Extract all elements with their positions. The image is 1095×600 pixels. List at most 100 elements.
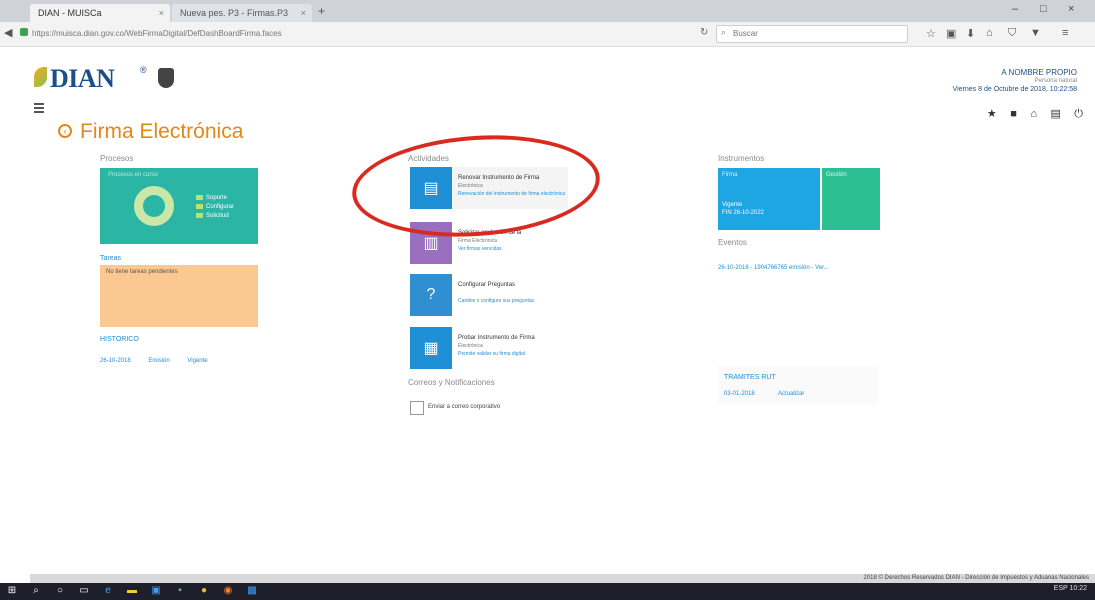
instrument-tile-firma[interactable]: Firma Vigente FIN 26-10-2022: [718, 168, 820, 230]
system-tray[interactable]: ESP 10:22: [1054, 585, 1087, 592]
legend-item: Solicitud: [196, 212, 234, 221]
activity-subtitle: Firma Electrónica: [458, 238, 497, 244]
activity-link[interactable]: Ver firmas vencidas: [458, 246, 566, 253]
tramites-panel: TRAMITES RUT 03-01-2018 Actualizar: [718, 366, 878, 404]
clipboard-icon[interactable]: ▣: [946, 27, 956, 40]
word-icon[interactable]: ▩: [246, 585, 258, 597]
maximize-icon[interactable]: □: [1040, 3, 1047, 15]
page-footer: 2018 © Derechos Reservados DIAN - Direcc…: [30, 574, 1095, 583]
windows-start-icon[interactable]: ⊞: [6, 585, 18, 597]
instrument-tile-gestion[interactable]: Gestión: [822, 168, 880, 230]
logo-leaf-icon: [34, 67, 47, 87]
tramites-action[interactable]: Actualizar: [778, 391, 804, 397]
activity-link[interactable]: Cambie o configure sus preguntas: [458, 298, 566, 305]
task-view-icon[interactable]: ▭: [78, 585, 90, 597]
logo-registered-mark: ®: [140, 65, 147, 75]
browser-toolbar: ◀ https://muisca.dian.gov.co/WebFirmaDig…: [0, 22, 1095, 47]
app-icon[interactable]: ▪: [174, 585, 186, 597]
browser-search-input[interactable]: [733, 27, 903, 40]
document-icon[interactable]: ▤: [1050, 107, 1060, 120]
correos-label: Correos y Notificaciones: [408, 378, 495, 387]
instrumentos-label: Instrumentos: [718, 154, 765, 163]
star-icon[interactable]: ☆: [926, 27, 936, 40]
minimize-icon[interactable]: –: [1012, 3, 1018, 15]
user-date: Viernes 8 de Octubre de 2018, 10:22:58: [952, 86, 1077, 93]
header-icons: ★ ■ ⌂ ▤ ⏻: [978, 104, 1083, 122]
activity-link[interactable]: Permite validar su firma digital: [458, 351, 566, 358]
download-icon[interactable]: ⬇: [966, 27, 975, 40]
browser-tab-active[interactable]: DIAN - MUISCa ×: [30, 4, 170, 22]
procesos-label: Procesos: [100, 154, 134, 163]
power-icon[interactable]: ⏻: [1074, 108, 1083, 121]
hamburger-menu-icon[interactable]: [34, 103, 44, 115]
store-icon[interactable]: ▣: [150, 585, 162, 597]
folder-check-icon: ▦: [410, 327, 452, 369]
activity-title: Configurar Preguntas: [458, 282, 516, 288]
tareas-panel: No tiene tareas pendientes: [100, 265, 258, 327]
process-legend: Soporte Configurar Solicitud: [196, 194, 234, 221]
checkbox-label: Enviar a correo corporativo: [428, 404, 501, 410]
browser-tab-inactive[interactable]: Nueva pes. P3 - Firmas.P3 ×: [172, 4, 312, 22]
explorer-icon[interactable]: ▬: [126, 585, 138, 597]
tab-label: Nueva pes. P3 - Firmas.P3: [180, 8, 289, 18]
legend-item: Configurar: [196, 203, 234, 212]
tile-title: Firma: [722, 172, 738, 178]
historico-status[interactable]: Vigente: [187, 358, 207, 364]
address-text: https://muisca.dian.gov.co/WebFirmaDigit…: [32, 29, 282, 38]
tab-close-icon[interactable]: ×: [301, 4, 306, 22]
activity-subtitle: Electrónica: [458, 343, 483, 349]
tramites-date[interactable]: 03-01-2018: [724, 391, 755, 397]
logo-text: DIAN: [50, 64, 115, 93]
pocket-icon[interactable]: ▼: [1030, 27, 1041, 39]
search-icon[interactable]: ⌕: [30, 585, 42, 597]
tramites-label[interactable]: TRAMITES RUT: [724, 374, 776, 381]
back-circle-icon[interactable]: ‹: [58, 124, 72, 138]
process-panel[interactable]: Procesos en curso Soporte Configurar Sol…: [100, 168, 258, 244]
firefox-icon[interactable]: ◉: [222, 585, 234, 597]
favorite-star-icon[interactable]: ★: [987, 107, 997, 120]
activity-title: Probar Instrumento de Firma: [458, 335, 535, 341]
home-icon[interactable]: ⌂: [986, 27, 993, 39]
user-name: A NOMBRE PROPIO: [1001, 68, 1077, 77]
tab-label: DIAN - MUISCa: [38, 8, 102, 18]
user-role: Persona natural: [1034, 78, 1077, 84]
browser-tab-strip: DIAN - MUISCa × Nueva pes. P3 - Firmas.P…: [0, 0, 1095, 22]
shield-ext-icon[interactable]: ⛉: [1008, 27, 1016, 40]
activity-preguntas[interactable]: ? Configurar Preguntas Cambie o configur…: [410, 274, 568, 316]
process-header: Procesos en curso: [108, 172, 158, 178]
tareas-label: Tareas: [100, 255, 122, 262]
historico-link[interactable]: HISTORICO: [100, 336, 139, 343]
historico-date[interactable]: 26-10-2018: [100, 358, 131, 364]
browser-search-box[interactable]: ⌕: [716, 25, 908, 43]
reload-icon[interactable]: ↻: [700, 27, 708, 38]
address-bar[interactable]: https://muisca.dian.gov.co/WebFirmaDigit…: [32, 25, 712, 42]
home-page-icon[interactable]: ⌂: [1030, 108, 1037, 120]
page-title: Firma Electrónica: [80, 120, 244, 143]
tile-title: Gestión: [826, 172, 847, 178]
lock-icon: [20, 28, 28, 36]
evento-item[interactable]: 26-10-2018 - 1904766765 emisión - Ver...: [718, 265, 829, 271]
menu-icon[interactable]: ≡: [1062, 27, 1068, 39]
legend-item: Soporte: [196, 194, 234, 203]
new-tab-button[interactable]: +: [318, 4, 325, 18]
tramites-row: 03-01-2018 Actualizar: [724, 391, 826, 397]
process-donut-chart: [134, 186, 174, 226]
chrome-icon[interactable]: ●: [198, 585, 210, 597]
tile-date: FIN 26-10-2022: [722, 210, 765, 216]
folder-icon[interactable]: ■: [1010, 108, 1017, 120]
historico-row: 26-10-2018 Emisión Vigente: [100, 358, 224, 364]
eventos-label: Eventos: [718, 238, 747, 247]
search-icon: ⌕: [721, 27, 727, 37]
activity-probar[interactable]: ▦ Probar Instrumento de Firma Electrónic…: [410, 327, 568, 369]
cortana-icon[interactable]: ○: [54, 585, 66, 597]
historico-type[interactable]: Emisión: [148, 358, 169, 364]
close-window-icon[interactable]: ×: [1068, 3, 1074, 15]
question-icon: ?: [410, 274, 452, 316]
edge-icon[interactable]: e: [102, 585, 114, 597]
tareas-text: No tiene tareas pendientes: [106, 269, 178, 275]
windows-taskbar: ⊞ ⌕ ○ ▭ e ▬ ▣ ▪ ● ◉ ▩ ESP 10:22: [0, 583, 1095, 600]
tile-status: Vigente: [722, 202, 743, 208]
corporate-email-checkbox[interactable]: [410, 401, 424, 415]
back-arrow-icon[interactable]: ◀: [4, 26, 12, 39]
tab-close-icon[interactable]: ×: [159, 4, 164, 22]
